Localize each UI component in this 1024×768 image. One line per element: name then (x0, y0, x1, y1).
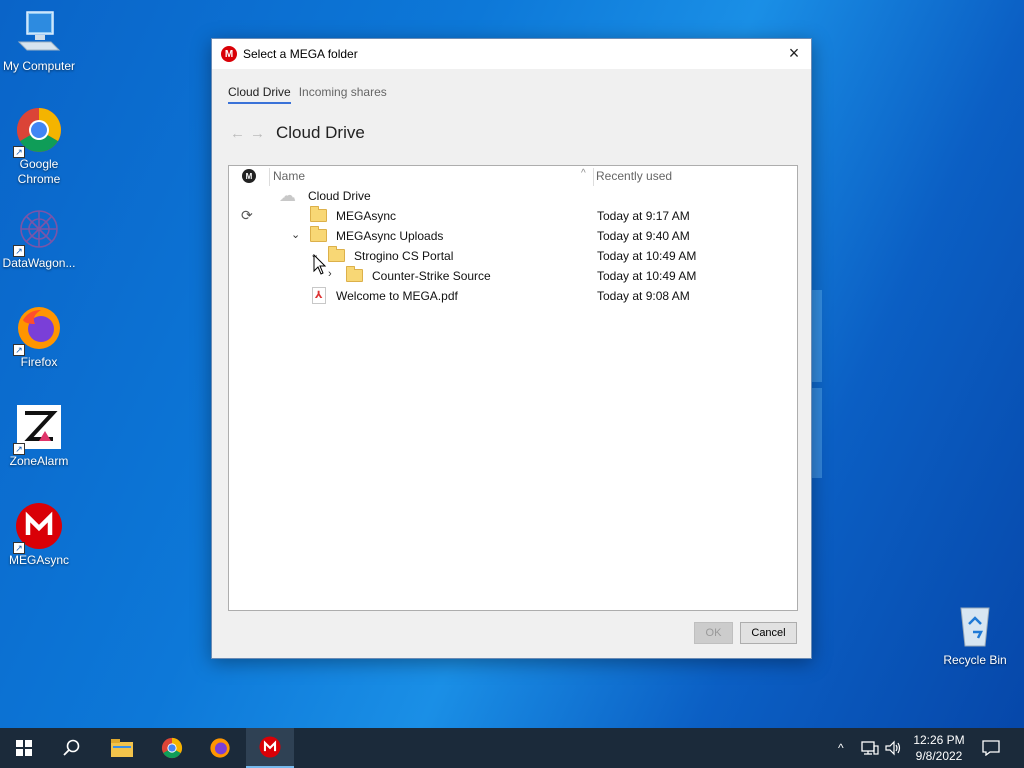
dialog-title: Select a MEGA folder (243, 47, 358, 61)
row-name: Welcome to MEGA.pdf (336, 289, 458, 303)
tab-cloud-drive[interactable]: Cloud Drive (228, 85, 291, 104)
row-date: Today at 10:49 AM (597, 269, 697, 283)
row-name: Cloud Drive (308, 189, 371, 203)
chrome-icon: ↗ (13, 106, 63, 158)
notifications-icon[interactable] (982, 728, 1000, 768)
mega-icon: ↗ (13, 502, 63, 554)
row-name: MEGAsync (336, 209, 397, 223)
chrome-icon (161, 737, 183, 759)
desktop-icon-label: Recycle Bin (943, 653, 1007, 667)
start-button[interactable] (0, 728, 48, 768)
row-date: Today at 9:40 AM (597, 229, 690, 243)
search-button[interactable] (48, 728, 96, 768)
taskbar-file-explorer[interactable] (98, 728, 146, 768)
desktop-light-beam (812, 388, 822, 478)
taskbar-firefox[interactable] (196, 728, 244, 768)
system-clock[interactable]: 12:26 PM 9/8/2022 (903, 732, 975, 764)
clock-time: 12:26 PM (913, 733, 965, 747)
taskbar: ^ 12:26 PM 9/8/2022 (0, 728, 1024, 768)
cancel-button[interactable]: Cancel (740, 622, 797, 644)
volume-icon[interactable] (885, 728, 903, 768)
tree-row-megasync[interactable]: MEGAsync Today at 9:17 AM (229, 206, 797, 226)
mega-logo-icon: M (221, 46, 237, 62)
folder-tree[interactable]: M Name ^ Recently used ⟳ ☁ Cloud Drive M… (228, 165, 798, 611)
select-mega-folder-dialog: M Select a MEGA folder × Cloud Drive Inc… (211, 38, 812, 659)
zonealarm-icon: ↗ (13, 403, 63, 455)
shortcut-arrow-icon: ↗ (13, 245, 25, 257)
folder-icon (310, 206, 327, 222)
mouse-cursor-icon (313, 254, 327, 275)
desktop-icon-label: My Computer (2, 59, 76, 73)
desktop-icon-datawagon[interactable]: ↗ DataWagon... (0, 205, 78, 271)
ok-button[interactable]: OK (694, 622, 733, 644)
row-date: Today at 9:17 AM (597, 209, 690, 223)
expand-chevron-right-icon[interactable]: › (328, 268, 332, 280)
expand-chevron-down-icon[interactable]: ⌄ (291, 228, 300, 241)
file-explorer-icon (111, 739, 133, 757)
column-divider (593, 168, 594, 186)
desktop-icon-megasync[interactable]: ↗ MEGAsync (0, 502, 78, 568)
shortcut-arrow-icon: ↗ (13, 542, 25, 554)
row-date: Today at 10:49 AM (597, 249, 697, 263)
folder-icon (346, 266, 363, 282)
mega-header-icon: M (242, 169, 256, 183)
sort-chevron-up-icon: ^ (581, 168, 586, 179)
back-arrow-icon[interactable]: ← (230, 125, 250, 142)
desktop-icon-label: ZoneAlarm (9, 454, 69, 468)
folder-icon (310, 226, 327, 242)
row-name: MEGAsync Uploads (336, 229, 444, 243)
desktop-icon-label: DataWagon... (2, 256, 76, 270)
pdf-icon: ⅄ (312, 287, 326, 304)
tree-header: M Name ^ Recently used (229, 166, 797, 186)
recycle-bin-icon (951, 602, 999, 650)
mega-icon (259, 736, 281, 758)
close-button[interactable]: × (785, 44, 803, 63)
search-icon (63, 739, 80, 756)
row-name: Strogino CS Portal (354, 249, 454, 263)
column-header-recently-used[interactable]: Recently used (596, 169, 672, 183)
network-icon[interactable] (861, 728, 879, 768)
tab-incoming-shares[interactable]: Incoming shares (299, 85, 387, 104)
windows-logo-icon (16, 740, 32, 756)
forward-arrow-icon[interactable]: → (250, 125, 270, 142)
navigation-bar: ← → Cloud Drive (230, 123, 365, 143)
tree-row-welcome-pdf[interactable]: ⅄ Welcome to MEGA.pdf Today at 9:08 AM (229, 286, 797, 306)
desktop-icon-firefox[interactable]: ↗ Firefox (0, 304, 78, 370)
cloud-icon: ☁ (279, 186, 296, 205)
shortcut-arrow-icon: ↗ (13, 146, 25, 158)
desktop-icon-label: Firefox (20, 355, 58, 369)
dialog-titlebar: M Select a MEGA folder (212, 39, 811, 69)
desktop-light-beam (812, 290, 822, 382)
location-title: Cloud Drive (276, 123, 365, 142)
clock-date: 9/8/2022 (915, 749, 963, 763)
show-hidden-icons-chevron-up-icon[interactable]: ^ (838, 728, 844, 768)
tab-bar: Cloud Drive Incoming shares (228, 85, 387, 104)
desktop-icon-label: Google Chrome (17, 157, 61, 186)
desktop-icon-zonealarm[interactable]: ↗ ZoneAlarm (0, 403, 78, 469)
row-date: Today at 9:08 AM (597, 289, 690, 303)
desktop-icon-google-chrome[interactable]: ↗ Google Chrome (0, 106, 78, 187)
desktop-icon-recycle-bin[interactable]: Recycle Bin (936, 602, 1014, 668)
firefox-icon (210, 738, 230, 758)
taskbar-chrome[interactable] (148, 728, 196, 768)
column-divider (269, 168, 270, 186)
column-header-name[interactable]: Name (273, 169, 305, 183)
taskbar-megasync[interactable] (246, 728, 294, 768)
firefox-icon: ↗ (13, 304, 63, 356)
tree-row-megasync-uploads[interactable]: ⌄ MEGAsync Uploads Today at 9:40 AM (229, 226, 797, 246)
desktop-icon-my-computer[interactable]: My Computer (0, 8, 78, 74)
shortcut-arrow-icon: ↗ (13, 443, 25, 455)
tree-row-cloud-drive[interactable]: ☁ Cloud Drive (229, 186, 797, 206)
desktop-icon-label: MEGAsync (8, 553, 69, 567)
folder-icon (328, 246, 345, 262)
computer-icon (15, 8, 63, 56)
shortcut-arrow-icon: ↗ (13, 344, 25, 356)
row-name: Counter-Strike Source (372, 269, 491, 283)
datawagon-icon: ↗ (13, 205, 63, 257)
